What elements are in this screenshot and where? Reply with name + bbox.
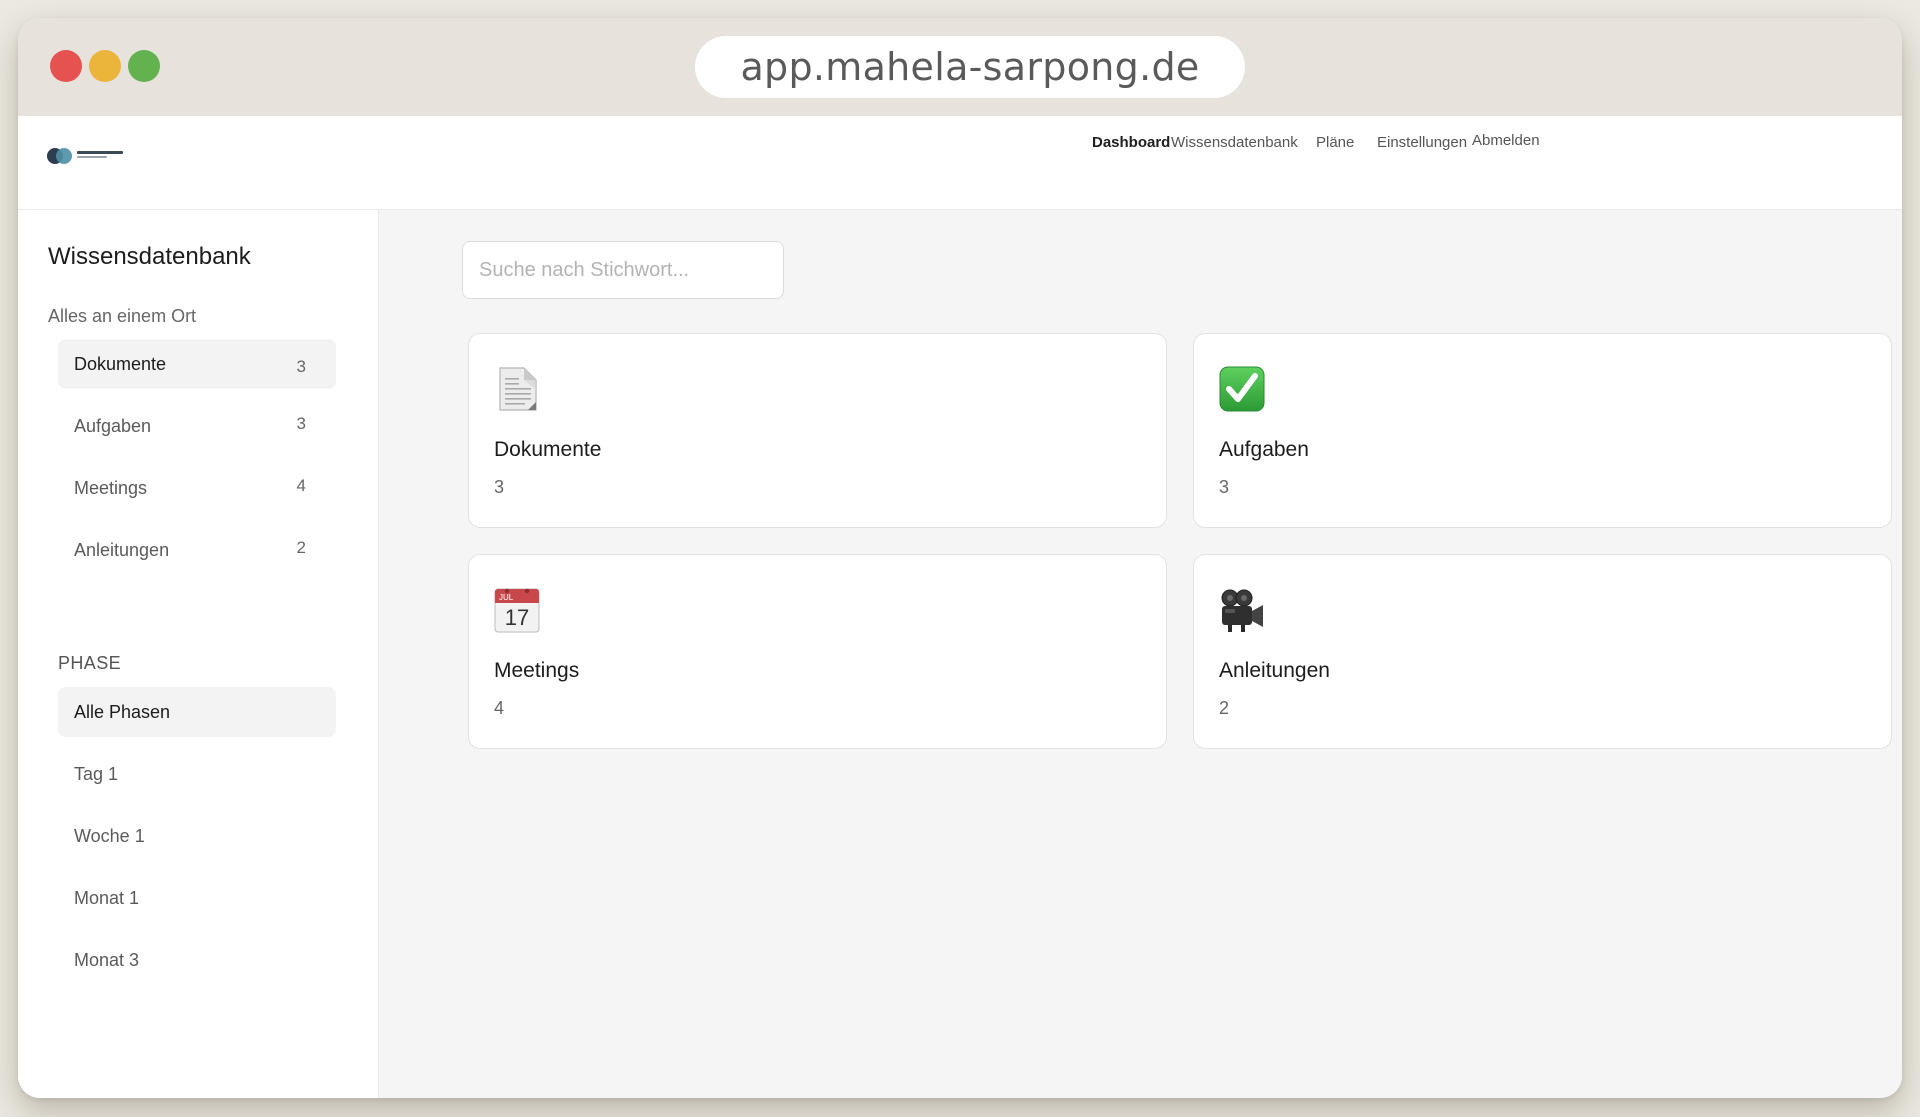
brand-logo[interactable] — [47, 145, 137, 165]
search-input[interactable] — [462, 241, 784, 299]
main-content: Dokumente 3 Aufgaben 3 — [379, 210, 1902, 1098]
sidebar-item-label: Woche 1 — [74, 826, 145, 846]
sidebar-item-monat-3[interactable]: Monat 3 — [58, 935, 336, 985]
minimize-window-button[interactable] — [89, 50, 121, 82]
document-icon — [494, 366, 540, 412]
sidebar-item-monat-1[interactable]: Monat 1 — [58, 873, 336, 923]
nav-einstellungen[interactable]: Einstellungen — [1377, 134, 1467, 151]
sidebar-item-tag-1[interactable]: Tag 1 — [58, 749, 336, 799]
category-card-aufgaben[interactable]: Aufgaben 3 — [1193, 333, 1892, 528]
calendar-icon: JUL 17 — [494, 587, 540, 633]
sidebar-item-woche-1[interactable]: Woche 1 — [58, 811, 336, 861]
category-card-dokumente[interactable]: Dokumente 3 — [468, 333, 1167, 528]
sidebar-item-aufgaben[interactable]: Aufgaben 3 — [58, 401, 336, 451]
card-title: Meetings — [494, 659, 580, 682]
sidebar-subtitle: Alles an einem Ort — [48, 306, 197, 326]
sidebar-item-meetings[interactable]: Meetings 4 — [58, 463, 336, 513]
sidebar-item-label: Monat 1 — [74, 888, 140, 908]
category-card-anleitungen[interactable]: Anleitungen 2 — [1193, 554, 1892, 749]
checkmark-icon — [1219, 366, 1265, 412]
sidebar: Wissensdatenbank Alles an einem Ort Doku… — [18, 210, 379, 1098]
address-bar-url: app.mahela-sarpong.de — [740, 45, 1200, 89]
card-count: 3 — [494, 477, 505, 497]
sidebar-item-count: 3 — [296, 414, 306, 433]
nav-dashboard[interactable]: Dashboard — [1092, 134, 1170, 151]
card-count: 2 — [1219, 698, 1230, 718]
phase-section-heading: PHASE — [58, 653, 122, 673]
nav-plaene[interactable]: Pläne — [1316, 134, 1354, 151]
sidebar-item-label: Tag 1 — [74, 764, 119, 784]
movie-camera-icon — [1219, 587, 1265, 633]
close-window-button[interactable] — [50, 50, 82, 82]
card-title: Aufgaben — [1219, 438, 1309, 461]
sidebar-item-label: Dokumente — [74, 354, 167, 374]
sidebar-item-label: Monat 3 — [74, 950, 140, 970]
sidebar-item-label: Alle Phasen — [74, 702, 171, 722]
card-count: 4 — [494, 698, 505, 718]
maximize-window-button[interactable] — [128, 50, 160, 82]
address-bar[interactable]: app.mahela-sarpong.de — [695, 36, 1245, 98]
sidebar-item-label: Aufgaben — [74, 416, 152, 436]
top-navigation: Dashboard Wissensdatenbank Pläne Einstel… — [18, 116, 1902, 210]
calendar-day: 17 — [505, 605, 529, 630]
nav-abmelden[interactable]: Abmelden — [1472, 132, 1540, 149]
sidebar-title: Wissensdatenbank — [48, 243, 251, 270]
sidebar-item-label: Meetings — [74, 478, 148, 498]
nav-wissensdatenbank[interactable]: Wissensdatenbank — [1171, 134, 1298, 151]
sidebar-item-label: Anleitungen — [74, 540, 170, 560]
sidebar-item-anleitungen[interactable]: Anleitungen 2 — [58, 525, 336, 575]
sidebar-item-count: 4 — [296, 476, 306, 495]
sidebar-item-dokumente[interactable]: Dokumente 3 — [58, 339, 336, 389]
browser-titlebar: app.mahela-sarpong.de — [18, 18, 1902, 117]
browser-window: app.mahela-sarpong.de Dashboard Wissensd… — [18, 18, 1902, 1098]
sidebar-item-alle-phasen[interactable]: Alle Phasen — [58, 687, 336, 737]
card-title: Dokumente — [494, 438, 602, 461]
sidebar-item-count: 3 — [296, 357, 306, 376]
card-count: 3 — [1219, 477, 1230, 497]
card-title: Anleitungen — [1219, 659, 1330, 682]
category-card-meetings[interactable]: JUL 17 Meetings 4 — [468, 554, 1167, 749]
sidebar-item-count: 2 — [296, 538, 306, 557]
calendar-month: JUL — [499, 593, 514, 602]
